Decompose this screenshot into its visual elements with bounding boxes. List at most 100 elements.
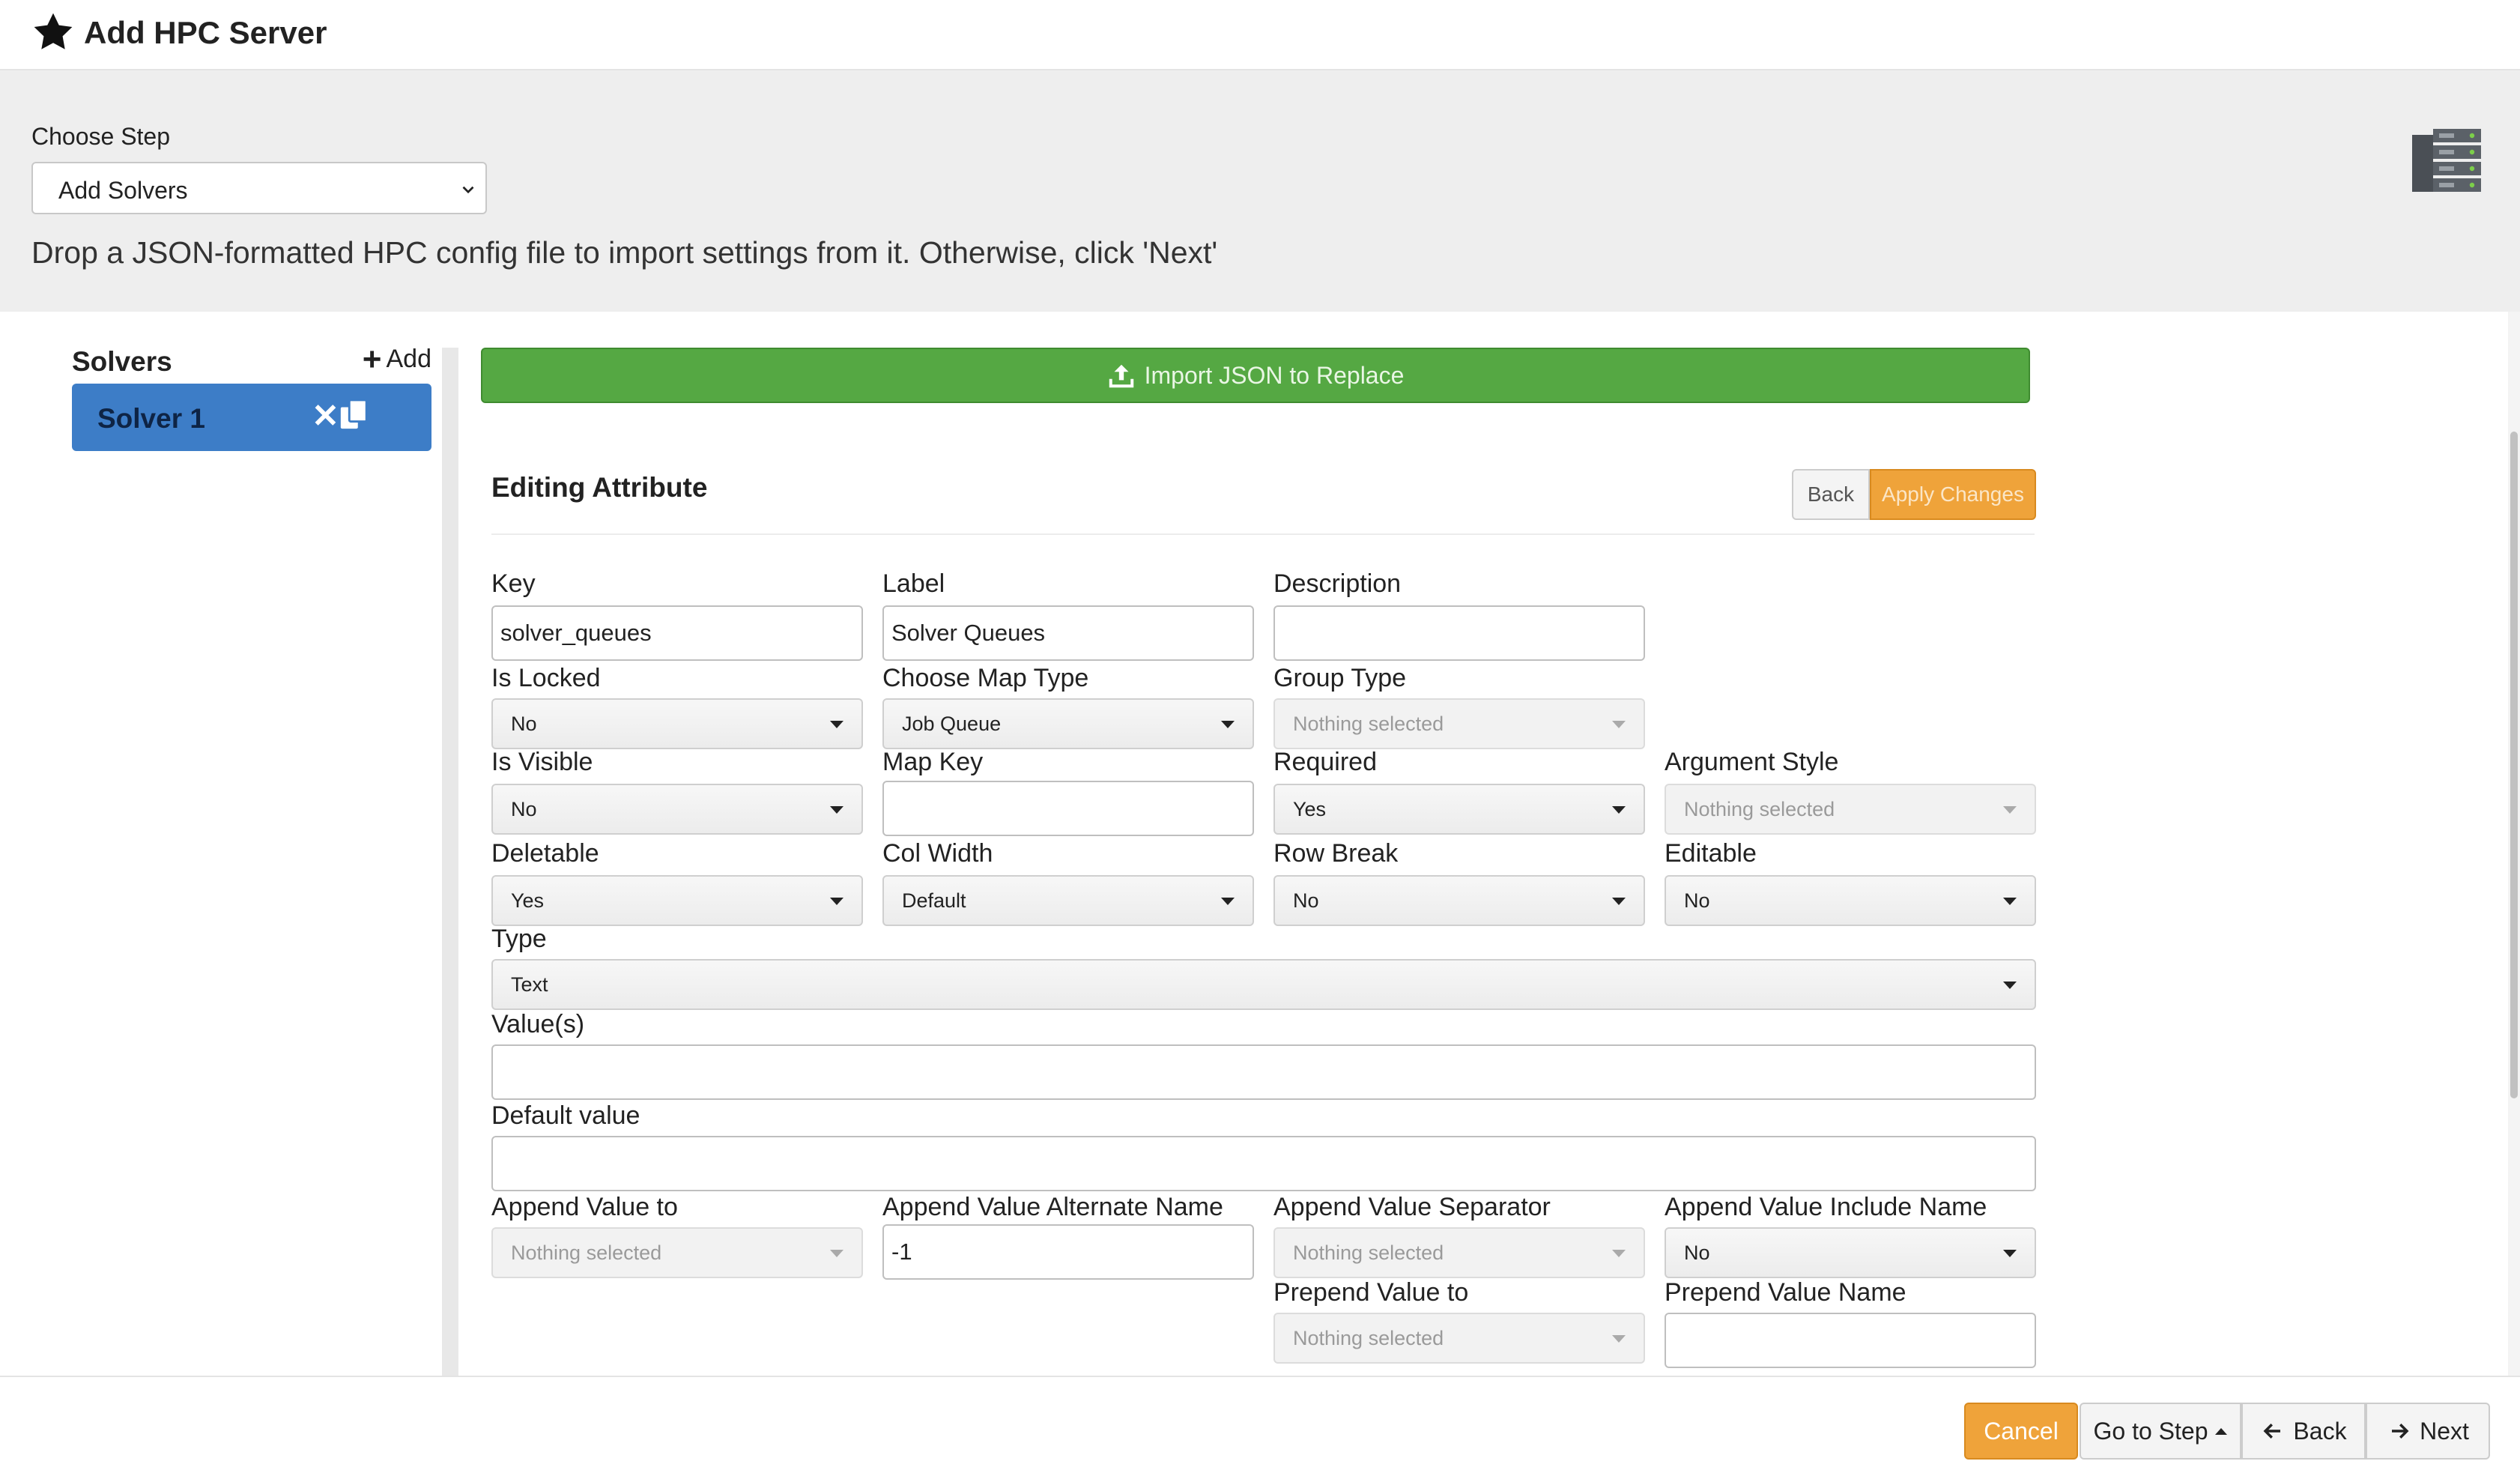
chevron-down-icon — [462, 186, 474, 194]
drop-hint-text: Drop a JSON-formatted HPC config file to… — [31, 235, 1218, 270]
caret-down-icon — [1612, 1335, 1626, 1343]
editable-label: Editable — [1665, 839, 1757, 868]
group-type-value: Nothing selected — [1293, 712, 1444, 735]
is-locked-select[interactable]: No — [491, 698, 863, 749]
add-solver-label: Add — [386, 345, 432, 373]
add-solver-button[interactable]: + Add — [362, 340, 432, 378]
type-value: Text — [511, 973, 548, 996]
is-visible-value: No — [511, 797, 537, 820]
description-input[interactable] — [1273, 605, 1645, 661]
col-width-select[interactable]: Default — [882, 875, 1254, 926]
prepend-value-to-select[interactable]: Nothing selected — [1273, 1313, 1645, 1364]
append-separator-value: Nothing selected — [1293, 1241, 1444, 1264]
append-alt-name-label: Append Value Alternate Name — [882, 1193, 1223, 1221]
editable-value: No — [1684, 889, 1710, 912]
back-button[interactable]: Back — [2241, 1403, 2366, 1460]
prepend-value-name-label: Prepend Value Name — [1665, 1278, 1906, 1307]
caret-down-icon — [2003, 898, 2017, 905]
is-locked-value: No — [511, 712, 537, 735]
col-width-label: Col Width — [882, 839, 993, 868]
values-input[interactable] — [491, 1044, 2036, 1100]
row-break-label: Row Break — [1273, 839, 1399, 868]
append-alt-name-input[interactable]: -1 — [882, 1224, 1254, 1280]
close-icon[interactable]: ✕ — [312, 397, 339, 435]
cancel-label: Cancel — [1984, 1417, 2059, 1445]
key-input[interactable]: solver_queues — [491, 605, 863, 661]
sidebar-item-solver-1[interactable]: Solver 1 ✕ — [72, 384, 431, 451]
default-value-label: Default value — [491, 1101, 640, 1130]
caret-down-icon — [1221, 721, 1235, 728]
caret-down-icon — [830, 898, 843, 905]
upload-icon — [1109, 364, 1133, 388]
type-label: Type — [491, 925, 547, 953]
plus-icon: + — [362, 340, 382, 378]
append-value-to-select[interactable]: Nothing selected — [491, 1227, 863, 1278]
type-select[interactable]: Text — [491, 959, 2036, 1010]
required-select[interactable]: Yes — [1273, 784, 1645, 835]
row-break-value: No — [1293, 889, 1319, 912]
caret-down-icon — [830, 806, 843, 814]
prepend-value-to-label: Prepend Value to — [1273, 1278, 1469, 1307]
map-type-select[interactable]: Job Queue — [882, 698, 1254, 749]
is-visible-label: Is Visible — [491, 748, 593, 776]
wizard-footer: Cancel Go to Step Back Next — [0, 1376, 2520, 1482]
deletable-value: Yes — [511, 889, 545, 912]
go-to-step-button[interactable]: Go to Step — [2080, 1403, 2241, 1460]
sidebar-divider — [442, 348, 458, 1376]
arrow-left-icon — [2263, 1424, 2281, 1439]
append-include-name-value: No — [1684, 1241, 1710, 1264]
append-include-name-select[interactable]: No — [1665, 1227, 2036, 1278]
required-label: Required — [1273, 748, 1377, 776]
map-type-value: Job Queue — [902, 712, 1002, 735]
caret-down-icon — [1612, 806, 1626, 814]
caret-down-icon — [1612, 1250, 1626, 1257]
import-json-button[interactable]: Import JSON to Replace — [481, 348, 2030, 403]
description-label: Description — [1273, 569, 1402, 598]
group-type-select[interactable]: Nothing selected — [1273, 698, 1645, 749]
map-type-label: Choose Map Type — [882, 664, 1089, 692]
import-json-label: Import JSON to Replace — [1144, 361, 1405, 389]
prepend-value-to-value: Nothing selected — [1293, 1326, 1444, 1349]
is-locked-label: Is Locked — [491, 664, 601, 692]
solver-item-label: Solver 1 — [97, 403, 205, 434]
label-label: Label — [882, 569, 945, 598]
copy-icon[interactable] — [339, 399, 369, 430]
map-key-input[interactable] — [882, 781, 1254, 836]
page-title: Add HPC Server — [84, 15, 327, 50]
page-scrollbar[interactable] — [2508, 312, 2520, 1376]
next-label: Next — [2420, 1417, 2469, 1445]
key-label: Key — [491, 569, 536, 598]
page-header: Add HPC Server — [0, 0, 2520, 70]
choose-step-select[interactable]: Add Solvers — [31, 162, 487, 214]
apply-changes-button[interactable]: Apply Changes — [1870, 469, 2036, 520]
caret-down-icon — [1612, 721, 1626, 728]
label-input[interactable]: Solver Queues — [882, 605, 1254, 661]
caret-down-icon — [830, 721, 843, 728]
choose-step-label: Choose Step — [31, 123, 171, 150]
server-rack-icon — [2412, 129, 2481, 192]
argument-style-select[interactable]: Nothing selected — [1665, 784, 2036, 835]
scrollbar-thumb[interactable] — [2510, 432, 2518, 1098]
is-visible-select[interactable]: No — [491, 784, 863, 835]
argument-style-label: Argument Style — [1665, 748, 1839, 776]
next-button[interactable]: Next — [2366, 1403, 2490, 1460]
values-label: Value(s) — [491, 1010, 585, 1038]
deletable-label: Deletable — [491, 839, 599, 868]
editable-select[interactable]: No — [1665, 875, 2036, 926]
cancel-button[interactable]: Cancel — [1964, 1403, 2078, 1460]
star-icon — [34, 13, 73, 49]
append-value-to-value: Nothing selected — [511, 1241, 662, 1264]
append-include-name-label: Append Value Include Name — [1665, 1193, 1987, 1221]
editor-back-button[interactable]: Back — [1792, 469, 1870, 520]
editing-attribute-title: Editing Attribute — [491, 472, 708, 503]
attribute-editor: Import JSON to Replace Editing Attribute… — [458, 312, 2062, 1376]
deletable-select[interactable]: Yes — [491, 875, 863, 926]
prepend-value-name-input[interactable] — [1665, 1313, 2036, 1368]
row-break-select[interactable]: No — [1273, 875, 1645, 926]
solvers-title: Solvers — [72, 346, 172, 377]
append-value-to-label: Append Value to — [491, 1193, 678, 1221]
solvers-sidebar: Solvers + Add Solver 1 ✕ — [0, 312, 442, 1376]
default-value-input[interactable] — [491, 1136, 2036, 1191]
append-separator-select[interactable]: Nothing selected — [1273, 1227, 1645, 1278]
append-separator-label: Append Value Separator — [1273, 1193, 1551, 1221]
